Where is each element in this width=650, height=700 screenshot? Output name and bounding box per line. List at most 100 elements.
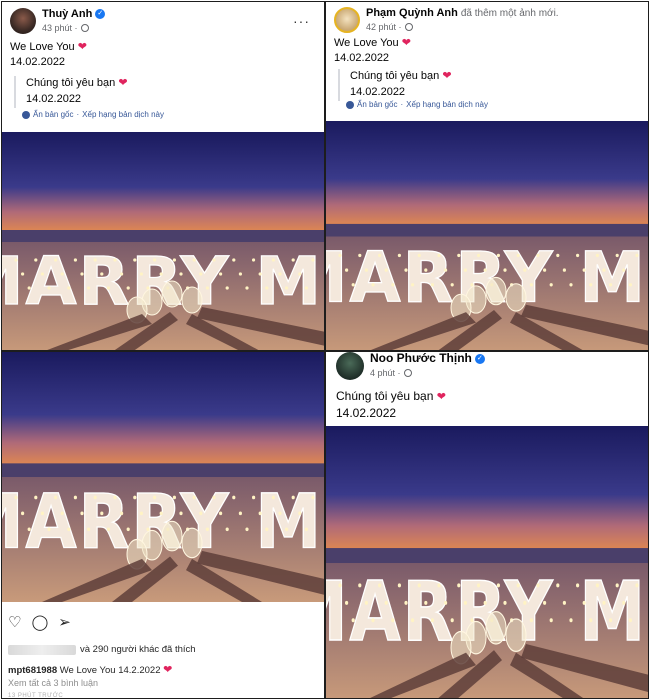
sign-bulb	[265, 527, 269, 532]
sign-bulb	[589, 283, 593, 287]
like-heart-icon[interactable]: ♡	[8, 615, 21, 630]
marry-me-photo: MARRY ME	[2, 132, 325, 350]
sign-bulb	[569, 618, 573, 623]
sign-bulb	[529, 283, 533, 287]
sign-bulb	[47, 286, 51, 290]
sign-bulb	[126, 527, 130, 532]
post-time[interactable]: 4 phút ·	[370, 368, 401, 378]
sign-bulb	[133, 258, 137, 262]
globe-icon	[404, 22, 413, 31]
hide-original-link[interactable]: Ẩn bản gốc	[357, 100, 397, 109]
sign-bulb	[371, 283, 375, 287]
translation-block: Chúng tôi yêu bạn ❤ 14.02.2022	[338, 69, 452, 101]
post-photo[interactable]: MARRY ME	[2, 132, 325, 350]
sign-bulb	[615, 253, 619, 258]
sign-bulb	[523, 600, 527, 605]
sign-bulb	[404, 268, 408, 272]
post-photo[interactable]: MARRY ME	[326, 426, 648, 698]
translation-links: Ẩn bản gốc · Xếp hạng bản dịch này	[346, 100, 488, 109]
rate-translation-link[interactable]: Xếp hạng bản dịch này	[82, 110, 164, 119]
sign-bulb	[21, 272, 25, 276]
share-send-icon[interactable]: ➢	[58, 615, 71, 630]
sign-bulb	[556, 253, 560, 258]
wine-glass	[181, 527, 203, 559]
likes-summary: và 290 người khác đã thích	[8, 644, 196, 655]
sign-bulb	[496, 583, 500, 588]
sign-bulb	[364, 268, 368, 272]
sign-bulb	[457, 583, 461, 588]
sign-bulb	[635, 583, 639, 588]
action-bar: ♡ ◯ ➢	[8, 615, 71, 630]
wine-glass	[161, 280, 183, 308]
caption-username[interactable]: mpt681988	[8, 665, 57, 676]
sign-bulb	[516, 583, 520, 588]
post-date: 14.02.2022	[334, 51, 390, 64]
sign-bulb	[622, 600, 626, 605]
sign-bulb	[602, 268, 606, 272]
sign-bulb	[139, 272, 143, 276]
sign-bulb	[463, 268, 467, 272]
sign-bulb	[245, 286, 249, 290]
sign-bulb	[179, 511, 183, 516]
author-name[interactable]: Noo Phước Thịnh	[370, 352, 472, 366]
sign-bulb	[205, 286, 209, 290]
sign-bulb	[238, 272, 242, 276]
post-photo[interactable]: MARRY ME	[2, 352, 324, 602]
sign-bulb	[159, 511, 163, 516]
settings-icon	[22, 110, 30, 119]
sign-bulb	[205, 527, 209, 532]
sign-bulb	[212, 495, 216, 500]
sign-bulb	[562, 600, 566, 605]
marry-me-photo: MARRY ME	[326, 426, 648, 698]
rate-translation-link[interactable]: Xếp hạng bản dịch này	[406, 100, 488, 109]
sign-bulb	[225, 286, 229, 290]
globe-icon	[80, 23, 89, 32]
marry-me-sign: MARRY ME	[2, 243, 325, 320]
author-name[interactable]: Phạm Quỳnh Anh	[366, 7, 458, 20]
sign-bulb	[569, 283, 573, 287]
sign-bulb	[172, 495, 176, 500]
post-photo[interactable]: MARRY ME	[326, 121, 648, 350]
post-time[interactable]: 43 phút ·	[42, 23, 78, 33]
sign-bulb	[304, 527, 308, 532]
sign-bulb	[291, 495, 295, 500]
sign-bulb	[159, 272, 163, 276]
sign-bulb	[87, 286, 91, 290]
sign-bulb	[93, 258, 97, 262]
sign-bulb	[595, 583, 599, 588]
post-instagram: MARRY ME ♡ ◯ ➢ và 290 người khác đã thíc…	[1, 351, 325, 699]
sign-bulb	[14, 258, 18, 262]
sign-bulb	[120, 272, 124, 276]
avatar[interactable]	[10, 8, 36, 34]
view-comments-link[interactable]: Xem tất cả 3 bình luận	[8, 678, 98, 688]
sign-bulb	[503, 268, 507, 272]
sign-bulb	[133, 495, 137, 500]
sign-bulb	[67, 286, 71, 290]
comment-icon[interactable]: ◯	[31, 615, 48, 630]
sign-bulb	[265, 286, 269, 290]
sign-bulb	[351, 618, 355, 623]
sign-bulb	[54, 258, 58, 262]
sign-bulb	[549, 618, 553, 623]
sign-bulb	[543, 268, 547, 272]
wine-glass	[485, 276, 507, 306]
sign-bulb	[430, 283, 434, 287]
post-time[interactable]: 42 phút ·	[366, 22, 402, 32]
post-header: Noo Phước Thịnh ✓ 4 phút ·	[336, 352, 485, 380]
hide-original-link[interactable]: Ẩn bản gốc	[33, 110, 73, 119]
post-pham-quynh-anh: Phạm Quỳnh Anh đã thêm một ảnh mới. 42 ph…	[325, 1, 649, 351]
sign-bulb	[378, 253, 382, 258]
avatar[interactable]	[336, 352, 364, 380]
sign-bulb	[40, 272, 45, 276]
caption: mpt681988 We Love You 14.2.2022 ❤	[8, 664, 173, 676]
author-name[interactable]: Thuỳ Anh	[42, 8, 92, 21]
sign-bulb	[391, 618, 395, 623]
sign-bulb	[437, 583, 441, 588]
sign-bulb	[450, 618, 454, 623]
more-options-icon[interactable]: ···	[293, 13, 310, 29]
avatar[interactable]	[334, 7, 360, 33]
sign-bulb	[113, 258, 117, 262]
post-text: We Love You ❤ 14.02.2022	[334, 37, 411, 64]
sign-bulb	[27, 286, 31, 290]
wine-glass	[505, 618, 527, 653]
